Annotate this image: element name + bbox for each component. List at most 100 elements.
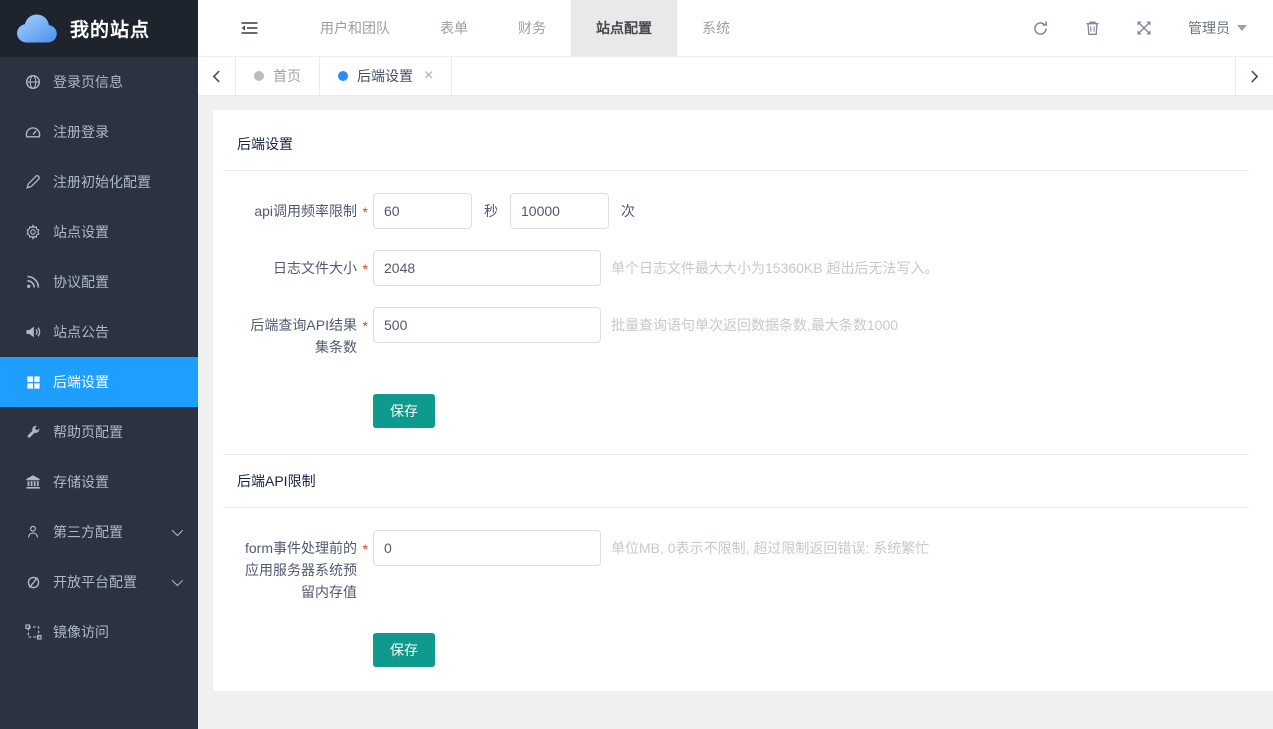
sidebar-item-label: 后端设置: [53, 372, 109, 392]
slashed-circle-icon: [24, 575, 42, 590]
sidebar-item-protocol-config[interactable]: 协议配置: [0, 257, 198, 307]
api-limit-form: form事件处理前的应用服务器系统预留内存值 * 单位MB, 0表示不限制, 超…: [237, 508, 1249, 667]
unit-seconds: 秒: [484, 193, 498, 229]
sidebar-item-mirror-access[interactable]: 镜像访问: [0, 607, 198, 657]
mirror-icon: [24, 624, 42, 640]
person-icon: [24, 524, 42, 540]
app-logo[interactable]: 我的站点: [0, 0, 198, 57]
save-row: 保存: [373, 394, 1249, 428]
bank-icon: [24, 474, 42, 490]
wrench-icon: [24, 425, 42, 440]
top-nav-label: 用户和团队: [320, 18, 390, 38]
sidebar-item-label: 镜像访问: [53, 622, 109, 642]
sidebar-item-label: 站点设置: [53, 222, 109, 242]
sidebar-item-label: 登录页信息: [53, 72, 123, 92]
sidebar-item-backend-settings[interactable]: 后端设置: [0, 357, 198, 407]
sidebar-item-open-platform-config[interactable]: 开放平台配置: [0, 557, 198, 607]
form-row-api-rate: api调用频率限制 * 秒 次: [237, 193, 1249, 229]
sidebar-item-label: 协议配置: [53, 272, 109, 292]
top-bar-actions: 管理员: [1032, 0, 1273, 56]
tab-dot-icon: [254, 71, 264, 81]
sidebar-item-label: 第三方配置: [53, 522, 123, 542]
save-row: 保存: [373, 633, 1249, 667]
field-hint: 批量查询语句单次返回数据条数,最大条数1000: [611, 307, 898, 343]
gear-icon: [24, 224, 42, 240]
tab-label: 首页: [273, 66, 301, 86]
sidebar-item-third-party-config[interactable]: 第三方配置: [0, 507, 198, 557]
top-nav-forms[interactable]: 表单: [415, 0, 493, 56]
field-label: 日志文件大小 *: [237, 250, 373, 286]
required-star: *: [363, 315, 368, 337]
settings-panel: 后端设置 api调用频率限制 * 秒 次: [213, 110, 1273, 691]
sidebar-item-site-settings[interactable]: 站点设置: [0, 207, 198, 257]
field-label: form事件处理前的应用服务器系统预留内存值 *: [237, 530, 373, 603]
top-nav-users-teams[interactable]: 用户和团队: [295, 0, 415, 56]
top-bar: 用户和团队 表单 财务 站点配置 系统 管理员: [198, 0, 1273, 57]
field-label-text: 后端查询API结果集条数: [250, 317, 357, 355]
app-title: 我的站点: [70, 15, 150, 42]
required-star: *: [363, 201, 368, 223]
memory-reserve-input[interactable]: [373, 530, 601, 566]
backend-settings-form: api调用频率限制 * 秒 次 日志文件大小 *: [237, 171, 1249, 428]
content-area: 后端设置 api调用频率限制 * 秒 次: [198, 96, 1273, 729]
field-label-text: 日志文件大小: [273, 260, 357, 276]
tabs-scroll-right-icon[interactable]: [1235, 57, 1273, 95]
sidebar-item-site-announcement[interactable]: 站点公告: [0, 307, 198, 357]
sidebar-item-help-page-config[interactable]: 帮助页配置: [0, 407, 198, 457]
field-controls: 秒 次: [373, 193, 647, 229]
field-hint: 单个日志文件最大大小为15360KB 超出后无法写入。: [611, 250, 939, 286]
section-title-api-limit: 后端API限制: [237, 455, 1249, 507]
close-icon[interactable]: ×: [424, 68, 433, 84]
tabs-scroll-left-icon[interactable]: [198, 57, 236, 95]
api-rate-seconds-input[interactable]: [373, 193, 472, 229]
tab-bar: 首页 后端设置 ×: [198, 57, 1273, 96]
top-nav-site-config[interactable]: 站点配置: [571, 0, 677, 56]
field-hint: 单位MB, 0表示不限制, 超过限制返回错误: 系统繁忙: [611, 530, 929, 566]
globe-icon: [24, 74, 42, 90]
tab-dot-icon: [338, 71, 348, 81]
sidebar-item-storage-settings[interactable]: 存储设置: [0, 457, 198, 507]
form-row-query-limit: 后端查询API结果集条数 * 批量查询语句单次返回数据条数,最大条数1000: [237, 307, 1249, 358]
tab-label: 后端设置: [357, 66, 413, 86]
section-title-backend: 后端设置: [237, 124, 1249, 170]
sidebar-item-label: 注册初始化配置: [53, 172, 151, 192]
refresh-icon[interactable]: [1032, 20, 1049, 37]
unit-times: 次: [621, 193, 635, 229]
form-row-log-size: 日志文件大小 * 单个日志文件最大大小为15360KB 超出后无法写入。: [237, 250, 1249, 286]
tab-bar-spacer: [452, 57, 1235, 95]
save-button[interactable]: 保存: [373, 633, 435, 667]
user-dropdown[interactable]: 管理员: [1188, 18, 1247, 38]
trash-icon[interactable]: [1085, 20, 1100, 36]
sidebar-item-label: 站点公告: [53, 322, 109, 342]
top-nav-system[interactable]: 系统: [677, 0, 755, 56]
tab-backend-settings[interactable]: 后端设置 ×: [320, 57, 452, 95]
fullscreen-icon[interactable]: [1136, 20, 1152, 36]
speaker-icon: [24, 324, 42, 340]
chevron-down-icon: [172, 525, 183, 536]
cloud-icon: [16, 13, 60, 44]
query-limit-input[interactable]: [373, 307, 601, 343]
sidebar-item-label: 存储设置: [53, 472, 109, 492]
sidebar-item-register-init-config[interactable]: 注册初始化配置: [0, 157, 198, 207]
log-size-input[interactable]: [373, 250, 601, 286]
main-column: 用户和团队 表单 财务 站点配置 系统 管理员: [198, 0, 1273, 729]
field-label: 后端查询API结果集条数 *: [237, 307, 373, 358]
sidebar-item-login-page-info[interactable]: 登录页信息: [0, 57, 198, 107]
save-button[interactable]: 保存: [373, 394, 435, 428]
top-nav-finance[interactable]: 财务: [493, 0, 571, 56]
caret-down-icon: [1237, 25, 1247, 31]
chevron-down-icon: [172, 575, 183, 586]
top-nav: 用户和团队 表单 财务 站点配置 系统: [295, 0, 755, 56]
api-rate-times-input[interactable]: [510, 193, 609, 229]
sidebar-item-register-login[interactable]: 注册登录: [0, 107, 198, 157]
rss-icon: [24, 274, 42, 290]
top-nav-label: 系统: [702, 18, 730, 38]
menu-collapse-icon[interactable]: [240, 0, 259, 56]
field-controls: 单位MB, 0表示不限制, 超过限制返回错误: 系统繁忙: [373, 530, 929, 603]
top-nav-label: 财务: [518, 18, 546, 38]
top-nav-label: 站点配置: [596, 18, 652, 38]
tab-home[interactable]: 首页: [236, 57, 320, 95]
field-controls: 批量查询语句单次返回数据条数,最大条数1000: [373, 307, 898, 358]
app-window: 我的站点 登录页信息 注册登录 注册初始化配置: [0, 0, 1273, 729]
sidebar: 我的站点 登录页信息 注册登录 注册初始化配置: [0, 0, 198, 729]
